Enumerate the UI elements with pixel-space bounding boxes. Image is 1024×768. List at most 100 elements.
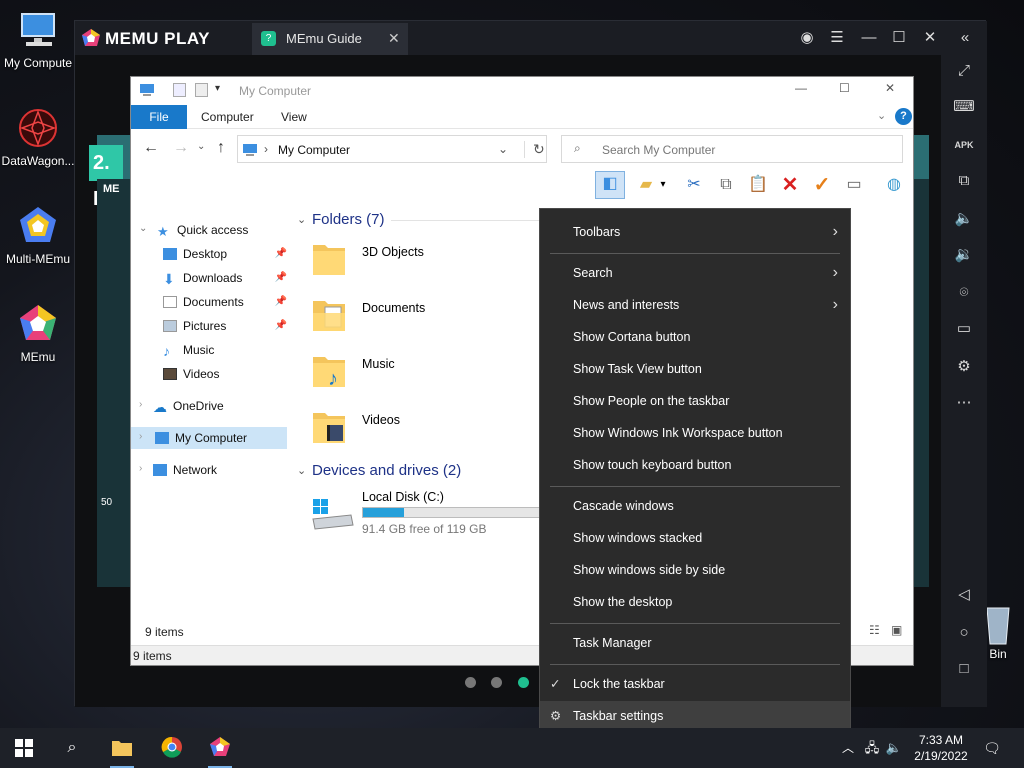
- expand-chevron-icon[interactable]: ›: [139, 431, 142, 442]
- accept-icon[interactable]: ✓: [811, 173, 833, 197]
- back-icon[interactable]: ◁: [952, 583, 976, 607]
- folder-item[interactable]: 3D Objects: [311, 239, 511, 285]
- ribbon-tab-view[interactable]: View: [281, 105, 307, 129]
- nav-music[interactable]: ♪ Music: [163, 339, 291, 361]
- menu-item-touch-keyboard[interactable]: Show touch keyboard button: [540, 450, 850, 480]
- recents-icon[interactable]: □: [952, 657, 976, 681]
- refresh-icon[interactable]: ↻: [524, 141, 545, 158]
- file-explorer-taskbar-icon[interactable]: [110, 736, 134, 768]
- memu-taskbar-icon[interactable]: [208, 736, 232, 768]
- multi-window-icon[interactable]: ⧉: [952, 169, 976, 193]
- fullscreen-icon[interactable]: ⤢: [952, 59, 976, 83]
- expand-chevron-icon[interactable]: ⌄: [139, 223, 147, 234]
- pin-icon[interactable]: 📌: [275, 315, 287, 337]
- menu-icon[interactable]: ☰: [827, 28, 847, 48]
- devices-group-header[interactable]: Devices and drives (2): [312, 462, 461, 479]
- ribbon-tab-computer[interactable]: Computer: [201, 105, 254, 129]
- menu-item-people[interactable]: Show People on the taskbar: [540, 386, 850, 416]
- search-icon[interactable]: ⌕: [60, 736, 84, 760]
- paste-icon[interactable]: 📋: [747, 173, 769, 197]
- nav-onedrive[interactable]: ☁ OneDrive: [153, 395, 281, 417]
- folder-icon[interactable]: ▭: [952, 317, 976, 341]
- menu-item-task-view[interactable]: Show Task View button: [540, 354, 850, 384]
- collapse-sidebar-icon[interactable]: «: [955, 28, 975, 48]
- qat-newfolder-icon[interactable]: [195, 83, 208, 97]
- network-tray-icon[interactable]: 🖧: [860, 736, 884, 760]
- system-clock[interactable]: 7:33 AM 2/19/2022: [906, 732, 976, 764]
- menu-item-show-desktop[interactable]: Show the desktop: [540, 587, 850, 617]
- more-icon[interactable]: ⋯: [952, 391, 976, 415]
- desktop-icon-datawagon[interactable]: DataWagon...: [0, 106, 76, 168]
- folders-group-header[interactable]: Folders (7): [312, 211, 385, 228]
- collapse-chevron-icon[interactable]: ⌄: [297, 213, 306, 226]
- menu-item-cascade[interactable]: Cascade windows: [540, 491, 850, 521]
- ribbon-tab-file[interactable]: File: [131, 105, 187, 129]
- help-icon[interactable]: ?: [895, 108, 912, 125]
- desktop-icon-multi-memu[interactable]: Multi-MEmu: [0, 204, 76, 266]
- qat-dropdown-icon[interactable]: ▾: [215, 83, 220, 94]
- pin-icon[interactable]: 📌: [275, 291, 287, 313]
- up-icon[interactable]: ↑: [217, 139, 225, 157]
- menu-item-lock-taskbar[interactable]: ✓ Lock the taskbar: [540, 669, 850, 699]
- memu-tab-guide[interactable]: ? MEmu Guide ✕: [252, 23, 408, 55]
- forward-icon[interactable]: →: [173, 139, 189, 157]
- expand-chevron-icon[interactable]: ›: [139, 463, 142, 474]
- folder-item[interactable]: ♪ Music: [311, 351, 511, 397]
- nav-videos[interactable]: Videos: [163, 363, 291, 385]
- nav-quick-access[interactable]: ★ Quick access: [157, 219, 285, 241]
- back-icon[interactable]: ←: [143, 139, 159, 157]
- keyboard-icon[interactable]: ⌨: [952, 95, 976, 119]
- nav-my-computer[interactable]: My Computer: [131, 427, 287, 449]
- folder-item[interactable]: Videos: [311, 407, 511, 453]
- copy-icon[interactable]: ⧉: [715, 173, 737, 197]
- preview-pane-icon[interactable]: ◧: [595, 171, 625, 199]
- pin-icon[interactable]: 📌: [275, 243, 287, 265]
- chrome-taskbar-icon[interactable]: [160, 736, 184, 760]
- home-icon[interactable]: ○: [952, 621, 976, 645]
- volume-down-icon[interactable]: 🔉: [952, 243, 976, 267]
- account-icon[interactable]: ◉: [797, 28, 817, 48]
- delete-icon[interactable]: ✕: [779, 173, 801, 197]
- menu-item-task-manager[interactable]: Task Manager: [540, 628, 850, 658]
- folder-item[interactable]: Documents: [311, 295, 511, 341]
- menu-item-side-by-side[interactable]: Show windows side by side: [540, 555, 850, 585]
- menu-item-taskbar-settings[interactable]: ⚙ Taskbar settings: [540, 701, 850, 731]
- menu-item-cortana[interactable]: Show Cortana button: [540, 322, 850, 352]
- start-button[interactable]: [12, 736, 36, 760]
- menu-item-news[interactable]: News and interests ›: [540, 290, 850, 320]
- pin-icon[interactable]: 📌: [275, 267, 287, 289]
- address-path[interactable]: My Computer: [278, 143, 350, 157]
- nav-pictures[interactable]: Pictures 📌: [163, 315, 291, 337]
- menu-item-search[interactable]: Search ›: [540, 258, 850, 288]
- recent-locations-icon[interactable]: ⌄: [197, 141, 205, 152]
- address-dropdown-icon[interactable]: ⌄: [498, 142, 508, 156]
- search-box[interactable]: ⌕ Search My Computer: [561, 135, 903, 163]
- expand-chevron-icon[interactable]: ›: [139, 399, 142, 410]
- location-icon[interactable]: ⌾: [952, 281, 976, 305]
- search-input[interactable]: Search My Computer: [602, 143, 715, 157]
- volume-up-icon[interactable]: 🔈: [952, 207, 976, 231]
- menu-item-ink-workspace[interactable]: Show Windows Ink Workspace button: [540, 418, 850, 448]
- minimize-icon[interactable]: —: [795, 81, 807, 95]
- details-view-icon[interactable]: ☷: [869, 623, 880, 637]
- nav-desktop[interactable]: Desktop 📌: [163, 243, 291, 265]
- rename-icon[interactable]: ▭: [843, 173, 865, 197]
- volume-tray-icon[interactable]: 🔈: [882, 736, 906, 760]
- qat-properties-icon[interactable]: [173, 83, 186, 97]
- new-folder-icon[interactable]: ▰: [635, 173, 657, 197]
- cut-icon[interactable]: ✂: [683, 173, 705, 197]
- close-tab-icon[interactable]: ✕: [388, 30, 400, 47]
- close-icon[interactable]: ✕: [885, 81, 895, 95]
- page-dot-3[interactable]: [518, 677, 529, 688]
- windows-taskbar[interactable]: ⌕ ︿ 🖧 🔈 7:33 AM 2/19/2022 🗨: [0, 728, 1024, 768]
- address-bar[interactable]: › My Computer ⌄ ↻: [237, 135, 547, 163]
- apk-icon[interactable]: APK: [952, 133, 976, 157]
- show-hidden-icons-icon[interactable]: ︿: [836, 736, 860, 760]
- desktop-icon-my-computer[interactable]: My Compute: [0, 8, 76, 70]
- network-globe-icon[interactable]: ◍: [883, 173, 905, 197]
- menu-item-toolbars[interactable]: Toolbars ›: [540, 217, 850, 247]
- page-dot-1[interactable]: [465, 677, 476, 688]
- notifications-icon[interactable]: 🗨: [980, 736, 1004, 760]
- close-icon[interactable]: ✕: [920, 28, 940, 48]
- minimize-icon[interactable]: —: [859, 28, 879, 48]
